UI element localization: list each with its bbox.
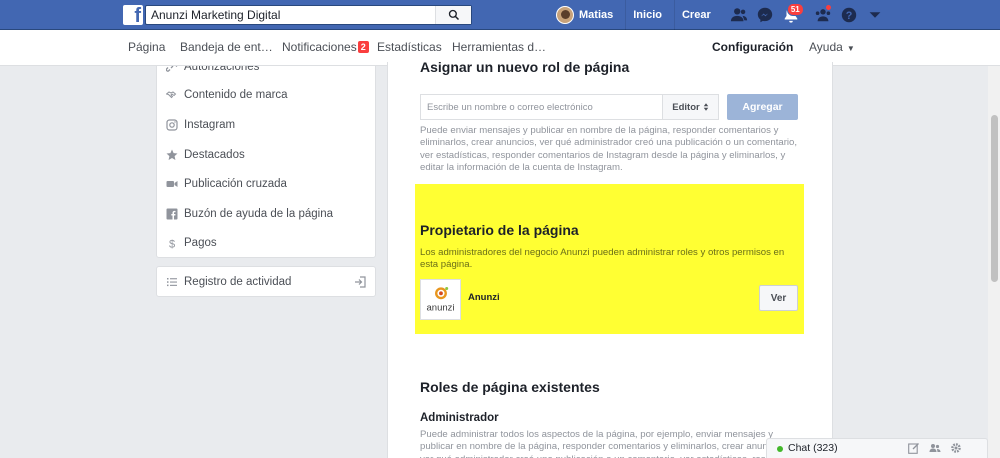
help-menu-label: Ayuda	[809, 40, 843, 54]
help-icon[interactable]: ?	[836, 0, 862, 30]
handshake-icon	[165, 88, 179, 102]
role-name-input[interactable]	[420, 94, 663, 120]
friend-requests-icon[interactable]	[726, 0, 752, 30]
new-role-description: Puede enviar mensajes y publicar en nomb…	[420, 125, 798, 174]
facebook-logo-icon[interactable]: f	[123, 5, 143, 26]
role-select-value: Editor	[672, 101, 700, 113]
profile-link[interactable]: Matias	[579, 0, 620, 30]
activity-log-label: Registro de actividad	[184, 276, 292, 288]
sidebar-item-page-support-inbox[interactable]: Buzón de ayuda de la página	[165, 204, 333, 224]
facebook-square-icon	[165, 207, 179, 221]
svg-text:$: $	[169, 239, 175, 250]
owner-title: Propietario de la página	[420, 222, 579, 238]
sidebar-item-label: Pagos	[184, 237, 217, 249]
tab-notifications-label: Notificaciones	[282, 40, 357, 54]
notifications-icon[interactable]: 51	[778, 0, 804, 30]
role-select[interactable]: Editor	[662, 94, 719, 120]
page-scrollbar-thumb[interactable]	[991, 115, 998, 282]
sidebar-item-payments[interactable]: $ Pagos	[165, 233, 217, 253]
logo-text: anunzi	[427, 302, 455, 313]
create-link[interactable]: Crear	[673, 0, 718, 30]
tab-page[interactable]: Página	[128, 30, 165, 66]
existing-roles-title: Roles de página existentes	[420, 379, 600, 395]
tab-notifications[interactable]: Notificaciones 2	[282, 30, 369, 66]
settings-sidebar: Autorizaciones Contenido de marca Instag…	[156, 66, 376, 258]
top-right-nav: Matias Inicio Crear 51 ?	[556, 0, 888, 30]
caret-down-icon: ▼	[846, 44, 855, 53]
admin-role-description: Puede administrar todos los aspectos de …	[420, 429, 795, 458]
owner-description: Los administradores del negocio Anunzi p…	[420, 247, 785, 271]
help-menu[interactable]: Ayuda ▼	[809, 30, 855, 66]
sidebar-item-label: Destacados	[184, 149, 245, 161]
star-icon	[165, 148, 179, 162]
new-role-title: Asignar un nuevo rol de página	[420, 62, 630, 75]
search-input[interactable]	[146, 6, 436, 24]
instagram-icon	[165, 118, 179, 132]
chat-label: Chat (323)	[788, 442, 838, 454]
chat-bar[interactable]: Chat (323)	[766, 438, 988, 458]
add-button[interactable]: Agregar	[727, 94, 798, 120]
anunzi-logo-icon: anunzi	[427, 287, 455, 313]
admin-role-title: Administrador	[420, 412, 499, 424]
select-arrows-icon	[703, 103, 708, 111]
notifications-badge: 51	[786, 3, 804, 16]
account-menu-chevron-icon[interactable]	[862, 0, 888, 30]
page-owner-section: Propietario de la página Los administrad…	[415, 184, 804, 334]
groups-dot-badge	[824, 4, 832, 11]
home-link[interactable]: Inicio	[625, 0, 669, 30]
online-status-icon	[777, 446, 783, 452]
page-roles-panel: Asignar un nuevo rol de página Editor Ag…	[387, 62, 833, 458]
groups-icon[interactable]	[810, 0, 836, 30]
sidebar-item-label: Instagram	[184, 119, 236, 131]
avatar[interactable]	[556, 6, 574, 24]
owner-business-name[interactable]: Anunzi	[468, 292, 500, 303]
page-nav: Página Bandeja de ent… Notificaciones 2 E…	[0, 30, 1000, 66]
sidebar-item-instagram[interactable]: Instagram	[165, 115, 235, 135]
svg-text:?: ?	[845, 10, 852, 22]
tab-inbox[interactable]: Bandeja de ent…	[180, 30, 273, 66]
create-group-icon[interactable]	[928, 441, 942, 455]
sidebar-item-label: Buzón de ayuda de la página	[184, 208, 333, 220]
video-icon	[165, 177, 179, 191]
search-icon	[448, 9, 459, 21]
sidebar-item-crossposting[interactable]: Publicación cruzada	[165, 174, 287, 194]
chat-settings-gear-icon[interactable]	[949, 441, 963, 455]
tab-insights[interactable]: Estadísticas	[377, 30, 442, 66]
sidebar-item-label: Publicación cruzada	[184, 178, 287, 190]
view-owner-button[interactable]: Ver	[759, 285, 798, 311]
activity-log-link[interactable]: Registro de actividad	[165, 272, 291, 292]
messenger-icon[interactable]	[752, 0, 778, 30]
new-message-icon[interactable]	[907, 441, 921, 455]
sidebar-item-featured[interactable]: Destacados	[165, 145, 245, 165]
tab-settings[interactable]: Configuración	[712, 30, 794, 66]
top-bar: f Matias Inicio Crear 51 ?	[0, 0, 1000, 30]
dollar-icon: $	[165, 236, 179, 250]
search-button[interactable]	[435, 6, 471, 24]
notifications-count-badge: 2	[357, 41, 369, 53]
sidebar-item-label: Contenido de marca	[184, 89, 288, 101]
tab-publishing-tools[interactable]: Herramientas d…	[452, 30, 546, 66]
sidebar-item-branded-content[interactable]: Contenido de marca	[165, 85, 288, 105]
anunzi-logo[interactable]: anunzi	[420, 279, 461, 320]
list-icon	[165, 275, 179, 289]
search-box	[145, 5, 472, 25]
activity-log-card: Registro de actividad	[156, 266, 376, 297]
enter-arrow-icon	[353, 275, 367, 289]
